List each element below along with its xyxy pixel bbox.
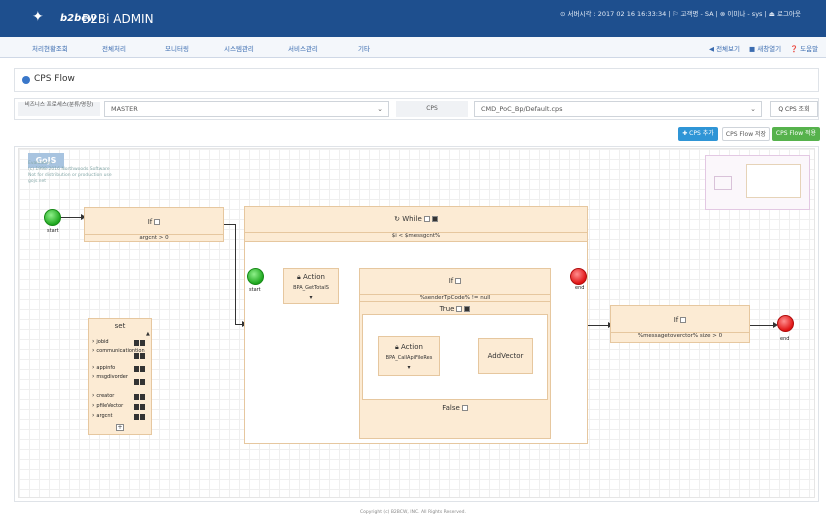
nav-item-service[interactable]: 서비스관리 bbox=[288, 43, 318, 53]
overview-shape bbox=[746, 164, 801, 198]
page-title: CPS Flow bbox=[34, 74, 75, 84]
chevron-down-icon: ⌄ bbox=[750, 105, 756, 113]
add-vector-node[interactable]: AddVector bbox=[478, 338, 533, 374]
true-branch-label: True bbox=[439, 305, 455, 313]
nav-item-monitoring[interactable]: 모니터링 bbox=[165, 43, 189, 53]
expand-icon[interactable] bbox=[431, 216, 438, 222]
cps-select[interactable]: CMD_PoC_Bp/Default.cps ⌄ bbox=[474, 101, 762, 117]
set-row[interactable]: › creator bbox=[92, 392, 114, 399]
link bbox=[588, 325, 610, 326]
collapse-icon[interactable] bbox=[680, 317, 687, 323]
apply-flow-button[interactable]: CPS Flow 적용 bbox=[772, 127, 820, 141]
action-title: Action bbox=[401, 343, 423, 351]
while-title: While bbox=[402, 215, 422, 223]
cps-search-button[interactable]: Q CPS 조회 bbox=[770, 101, 818, 117]
nav-item-status[interactable]: 처리현황조회 bbox=[32, 43, 68, 53]
watermark-line: Not for distribution or production use bbox=[28, 173, 112, 178]
save-flow-button[interactable]: CPS Flow 저장 bbox=[722, 127, 770, 141]
set-row-actions[interactable] bbox=[134, 352, 146, 359]
header-status-line[interactable]: ⊙ 서버시각 : 2017 02 16 16:33:34 | ⚐ 고객명 - S… bbox=[560, 8, 801, 18]
inner-end-node[interactable] bbox=[570, 268, 587, 285]
set-row-actions[interactable] bbox=[134, 393, 146, 400]
if-node-condition: argcnt > 0 bbox=[85, 234, 223, 241]
footer-copyright: Copyright (c) B2BCW, INC. All Rights Res… bbox=[360, 510, 466, 515]
set-row[interactable]: › communicationtion bbox=[92, 348, 145, 355]
while-condition: $i < $messgcnt% bbox=[245, 232, 587, 239]
if-node-title: If bbox=[448, 277, 454, 285]
logo-star-icon: ✦ bbox=[32, 9, 44, 25]
action-sub: BPA_CallApiFileRes bbox=[385, 355, 433, 361]
set-row[interactable]: › msgdivorder bbox=[92, 374, 132, 381]
help-link[interactable]: ❓ 도움말 bbox=[790, 43, 818, 53]
link bbox=[750, 325, 775, 326]
set-node-title: set bbox=[114, 322, 126, 330]
if-node-argcnt[interactable]: If argcnt > 0 bbox=[84, 207, 224, 242]
chevron-down-icon[interactable]: ▾ bbox=[379, 364, 439, 371]
add-vector-label: AddVector bbox=[487, 352, 524, 360]
end-node[interactable] bbox=[777, 315, 794, 332]
page-title-bar bbox=[14, 68, 819, 92]
business-process-select[interactable]: MASTER ⌄ bbox=[104, 101, 389, 117]
chevron-down-icon[interactable]: ▾ bbox=[284, 294, 338, 301]
scroll-up-icon[interactable]: ▲ bbox=[146, 331, 150, 337]
add-cps-button[interactable]: ✚ CPS 추가 bbox=[678, 127, 718, 141]
business-process-label: 비즈니스 프로세스(분류/명칭) bbox=[18, 102, 100, 116]
cps-label: CPS bbox=[396, 101, 468, 117]
app-title: B2Bi ADMIN bbox=[82, 12, 154, 26]
set-row[interactable]: › argcnt bbox=[92, 412, 113, 419]
collapse-icon[interactable] bbox=[423, 216, 430, 222]
collapse-icon[interactable] bbox=[456, 306, 463, 312]
set-row[interactable]: › appinfo bbox=[92, 364, 115, 371]
lock-icon: 🔒︎ bbox=[297, 273, 301, 281]
cps-value: CMD_PoC_Bp/Default.cps bbox=[481, 105, 563, 113]
nav-item-etc[interactable]: 기타 bbox=[358, 43, 370, 53]
watermark-line: gojs.net bbox=[28, 179, 47, 184]
start-node[interactable] bbox=[44, 209, 61, 226]
action-node-call-api[interactable]: 🔒︎ Action BPA_CallApiFileRes ▾ bbox=[378, 336, 440, 376]
if-node-condition: %senderTpCode% != null bbox=[360, 294, 550, 302]
if-node-title: If bbox=[673, 316, 679, 324]
false-branch-label: False bbox=[442, 404, 460, 412]
if-node-title: If bbox=[147, 218, 153, 226]
set-row[interactable]: › jobid bbox=[92, 338, 109, 345]
new-window-link[interactable]: ■ 새창열기 bbox=[749, 43, 781, 53]
add-row-icon[interactable]: + bbox=[116, 424, 124, 431]
business-process-value: MASTER bbox=[111, 105, 138, 113]
link bbox=[235, 224, 236, 324]
collapse-icon[interactable] bbox=[461, 405, 468, 411]
end-node-label: end bbox=[780, 336, 790, 342]
collapse-icon[interactable] bbox=[455, 278, 462, 284]
nav-item-process[interactable]: 전체처리 bbox=[102, 43, 126, 53]
if-node-condition: %messagetoverctor% size > 0 bbox=[611, 332, 749, 339]
inner-start-label: start bbox=[249, 287, 261, 293]
view-all-link[interactable]: ◀ 전체보기 bbox=[709, 43, 740, 53]
collapse-icon[interactable] bbox=[154, 219, 161, 225]
set-row-actions[interactable] bbox=[134, 413, 146, 420]
start-node-label: start bbox=[47, 228, 59, 234]
if-node-message-size[interactable]: If %messagetoverctor% size > 0 bbox=[610, 305, 750, 343]
watermark-line: (c) 1998-2016 Northwoods Software bbox=[28, 167, 110, 172]
action-sub: BPA_GetTotalS bbox=[293, 285, 329, 291]
watermark-line: Evaluation bbox=[28, 161, 52, 166]
link bbox=[61, 217, 83, 218]
set-row-actions[interactable] bbox=[134, 365, 146, 372]
title-bullet-icon bbox=[22, 76, 30, 84]
set-row-actions[interactable] bbox=[134, 378, 146, 385]
inner-start-node[interactable] bbox=[247, 268, 264, 285]
set-row-actions[interactable] bbox=[134, 403, 146, 410]
set-row[interactable]: › pfileVector bbox=[92, 402, 123, 409]
diagram-overview[interactable] bbox=[705, 155, 810, 210]
nav-item-system[interactable]: 시스템관리 bbox=[224, 43, 254, 53]
set-row-actions[interactable] bbox=[134, 339, 146, 346]
lock-icon: 🔒︎ bbox=[395, 343, 399, 351]
expand-icon[interactable] bbox=[464, 306, 471, 312]
action-title: Action bbox=[303, 273, 325, 281]
inner-end-label: end bbox=[575, 285, 585, 291]
overview-viewport bbox=[714, 176, 732, 190]
chevron-down-icon: ⌄ bbox=[377, 105, 383, 113]
action-node-get-totals[interactable]: 🔒︎ Action BPA_GetTotalS ▾ bbox=[283, 268, 339, 304]
